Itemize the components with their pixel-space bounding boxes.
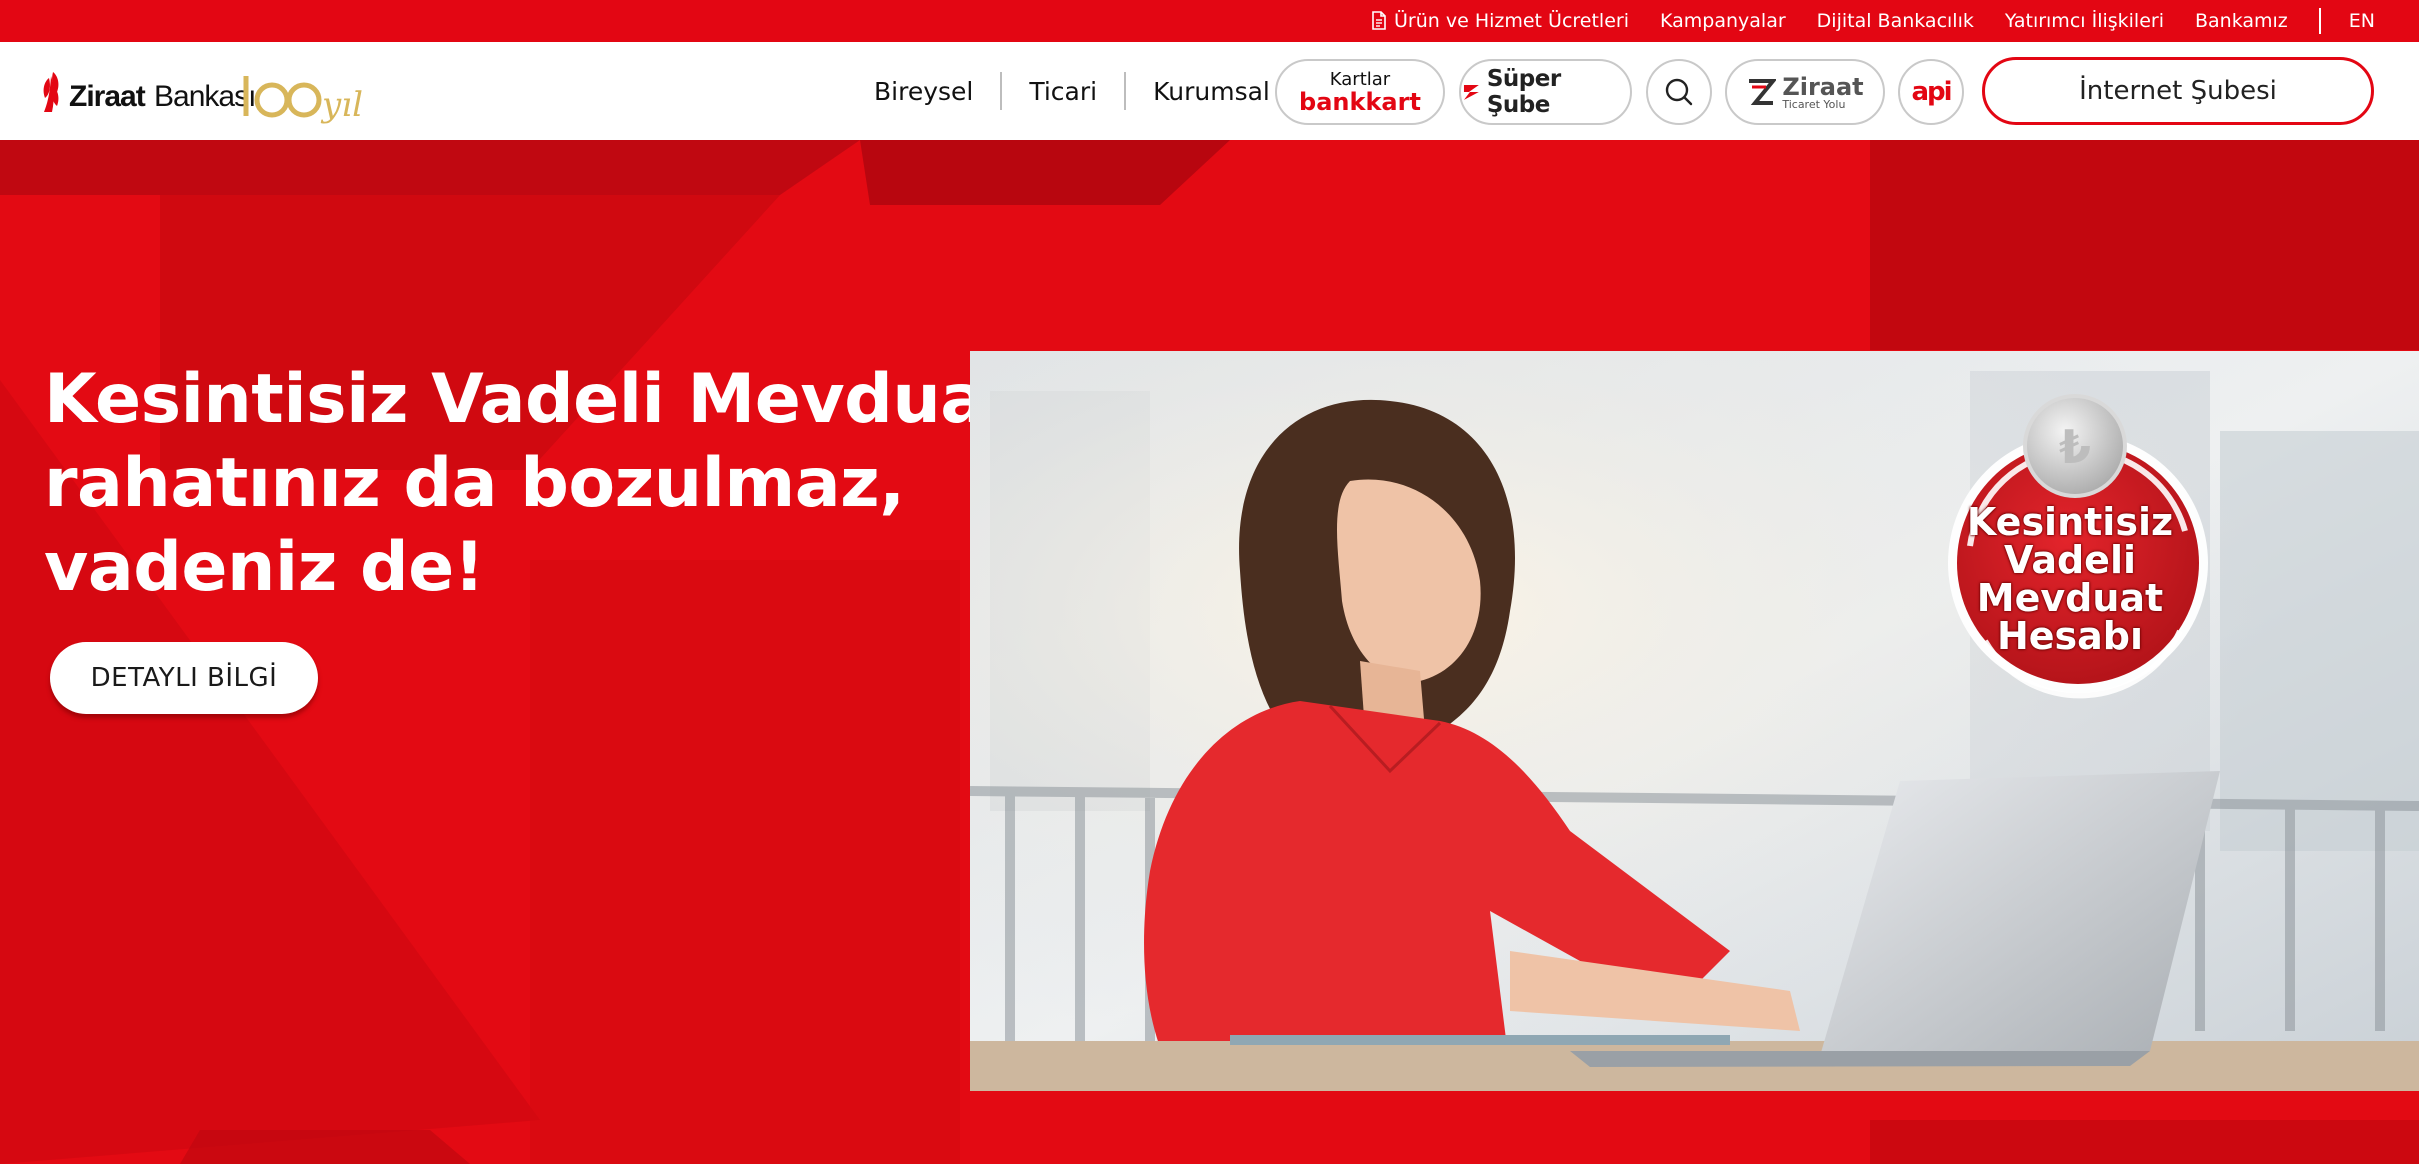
- super-sube-button[interactable]: Süper Şube: [1459, 59, 1632, 125]
- woman-with-laptop-image: ₺: [970, 351, 2419, 1091]
- utility-link-digital-banking[interactable]: Dijital Bankacılık: [1817, 10, 1974, 32]
- utility-link-fees[interactable]: Ürün ve Hizmet Ücretleri: [1371, 10, 1629, 32]
- main-nav: Bireysel Ticari Kurumsal: [874, 42, 1270, 140]
- hero-title: Kesintisiz Vadeli Mevduat'la rahatınız d…: [44, 358, 1107, 610]
- nav-item-ticari[interactable]: Ticari: [1029, 77, 1097, 106]
- ziraat-ticaret-bottom: Ticaret Yolu: [1782, 97, 1846, 111]
- utility-link-label: Ürün ve Hizmet Ücretleri: [1394, 10, 1629, 32]
- super-sube-icon: [1463, 85, 1479, 100]
- ziraat-160-logo-graphic: Ziraat Bankası yıl: [43, 72, 363, 125]
- badge-line: Vadeli: [2004, 538, 2136, 582]
- ziraat-z-icon: [1749, 79, 1777, 105]
- badge-line: Kesintisiz: [1966, 500, 2174, 544]
- nav-divider: [1000, 72, 1003, 110]
- search-icon: [1665, 78, 1693, 106]
- coin-symbol: ₺: [2059, 420, 2091, 474]
- ziraat-logo[interactable]: Ziraat Bankası yıl: [40, 62, 390, 125]
- utility-links: Ürün ve Hizmet Ücretleri Kampanyalar Dij…: [1371, 0, 2419, 42]
- nav-divider: [1124, 72, 1127, 110]
- hero-title-line: rahatınız da bozulmaz,: [44, 444, 905, 523]
- utility-link-campaigns[interactable]: Kampanyalar: [1660, 10, 1786, 32]
- utility-link-investor-relations[interactable]: Yatırımcı İlişkileri: [2005, 10, 2164, 32]
- product-badge-text: Kesintisiz Vadeli Mevduat Hesabı: [1960, 503, 2180, 655]
- super-sube-label: Süper Şube: [1486, 66, 1561, 118]
- ziraat-ticaret-yolu-button[interactable]: Ziraat Ticaret Yolu: [1725, 59, 1885, 125]
- badge-line: Mevduat: [1976, 576, 2164, 620]
- hero-title-line: vadeniz de!: [44, 528, 485, 607]
- api-icon: api: [1911, 77, 1952, 107]
- nav-item-kurumsal[interactable]: Kurumsal: [1153, 77, 1270, 106]
- divider: [2318, 8, 2321, 34]
- logo-text: Ziraat: [69, 80, 146, 113]
- top-utility-bar: Ürün ve Hizmet Ücretleri Kampanyalar Dij…: [0, 0, 2419, 42]
- svg-text:Bankası: Bankası: [154, 80, 255, 113]
- hero-photo: ₺: [970, 351, 2419, 1091]
- ziraat-ticaret-top: Ziraat: [1782, 72, 1864, 101]
- bankkart-top-label: Kartlar: [1329, 69, 1391, 90]
- badge-line: Hesabı: [1996, 614, 2144, 658]
- language-switch[interactable]: EN: [2349, 10, 2375, 32]
- svg-text:yıl: yıl: [320, 85, 363, 124]
- bankkart-button[interactable]: Kartlar bankkart: [1275, 59, 1445, 125]
- api-button[interactable]: api: [1898, 59, 1964, 125]
- document-icon: [1372, 11, 1386, 30]
- main-header: Ziraat Bankası yıl Bireysel Ticari Kurum…: [0, 42, 2419, 140]
- detayli-bilgi-button[interactable]: DETAYLI BİLGİ: [50, 642, 318, 714]
- hero-banner: Kesintisiz Vadeli Mevduat'la rahatınız d…: [0, 140, 2419, 1164]
- nav-item-bireysel[interactable]: Bireysel: [874, 77, 973, 106]
- internet-subesi-button[interactable]: İnternet Şubesi: [1982, 57, 2374, 125]
- bankkart-logo-text: bankkart: [1299, 88, 1421, 116]
- hero-title-line: Kesintisiz Vadeli Mevduat'la: [44, 360, 1107, 439]
- utility-link-about-bank[interactable]: Bankamız: [2195, 10, 2288, 32]
- search-button[interactable]: [1646, 59, 1712, 125]
